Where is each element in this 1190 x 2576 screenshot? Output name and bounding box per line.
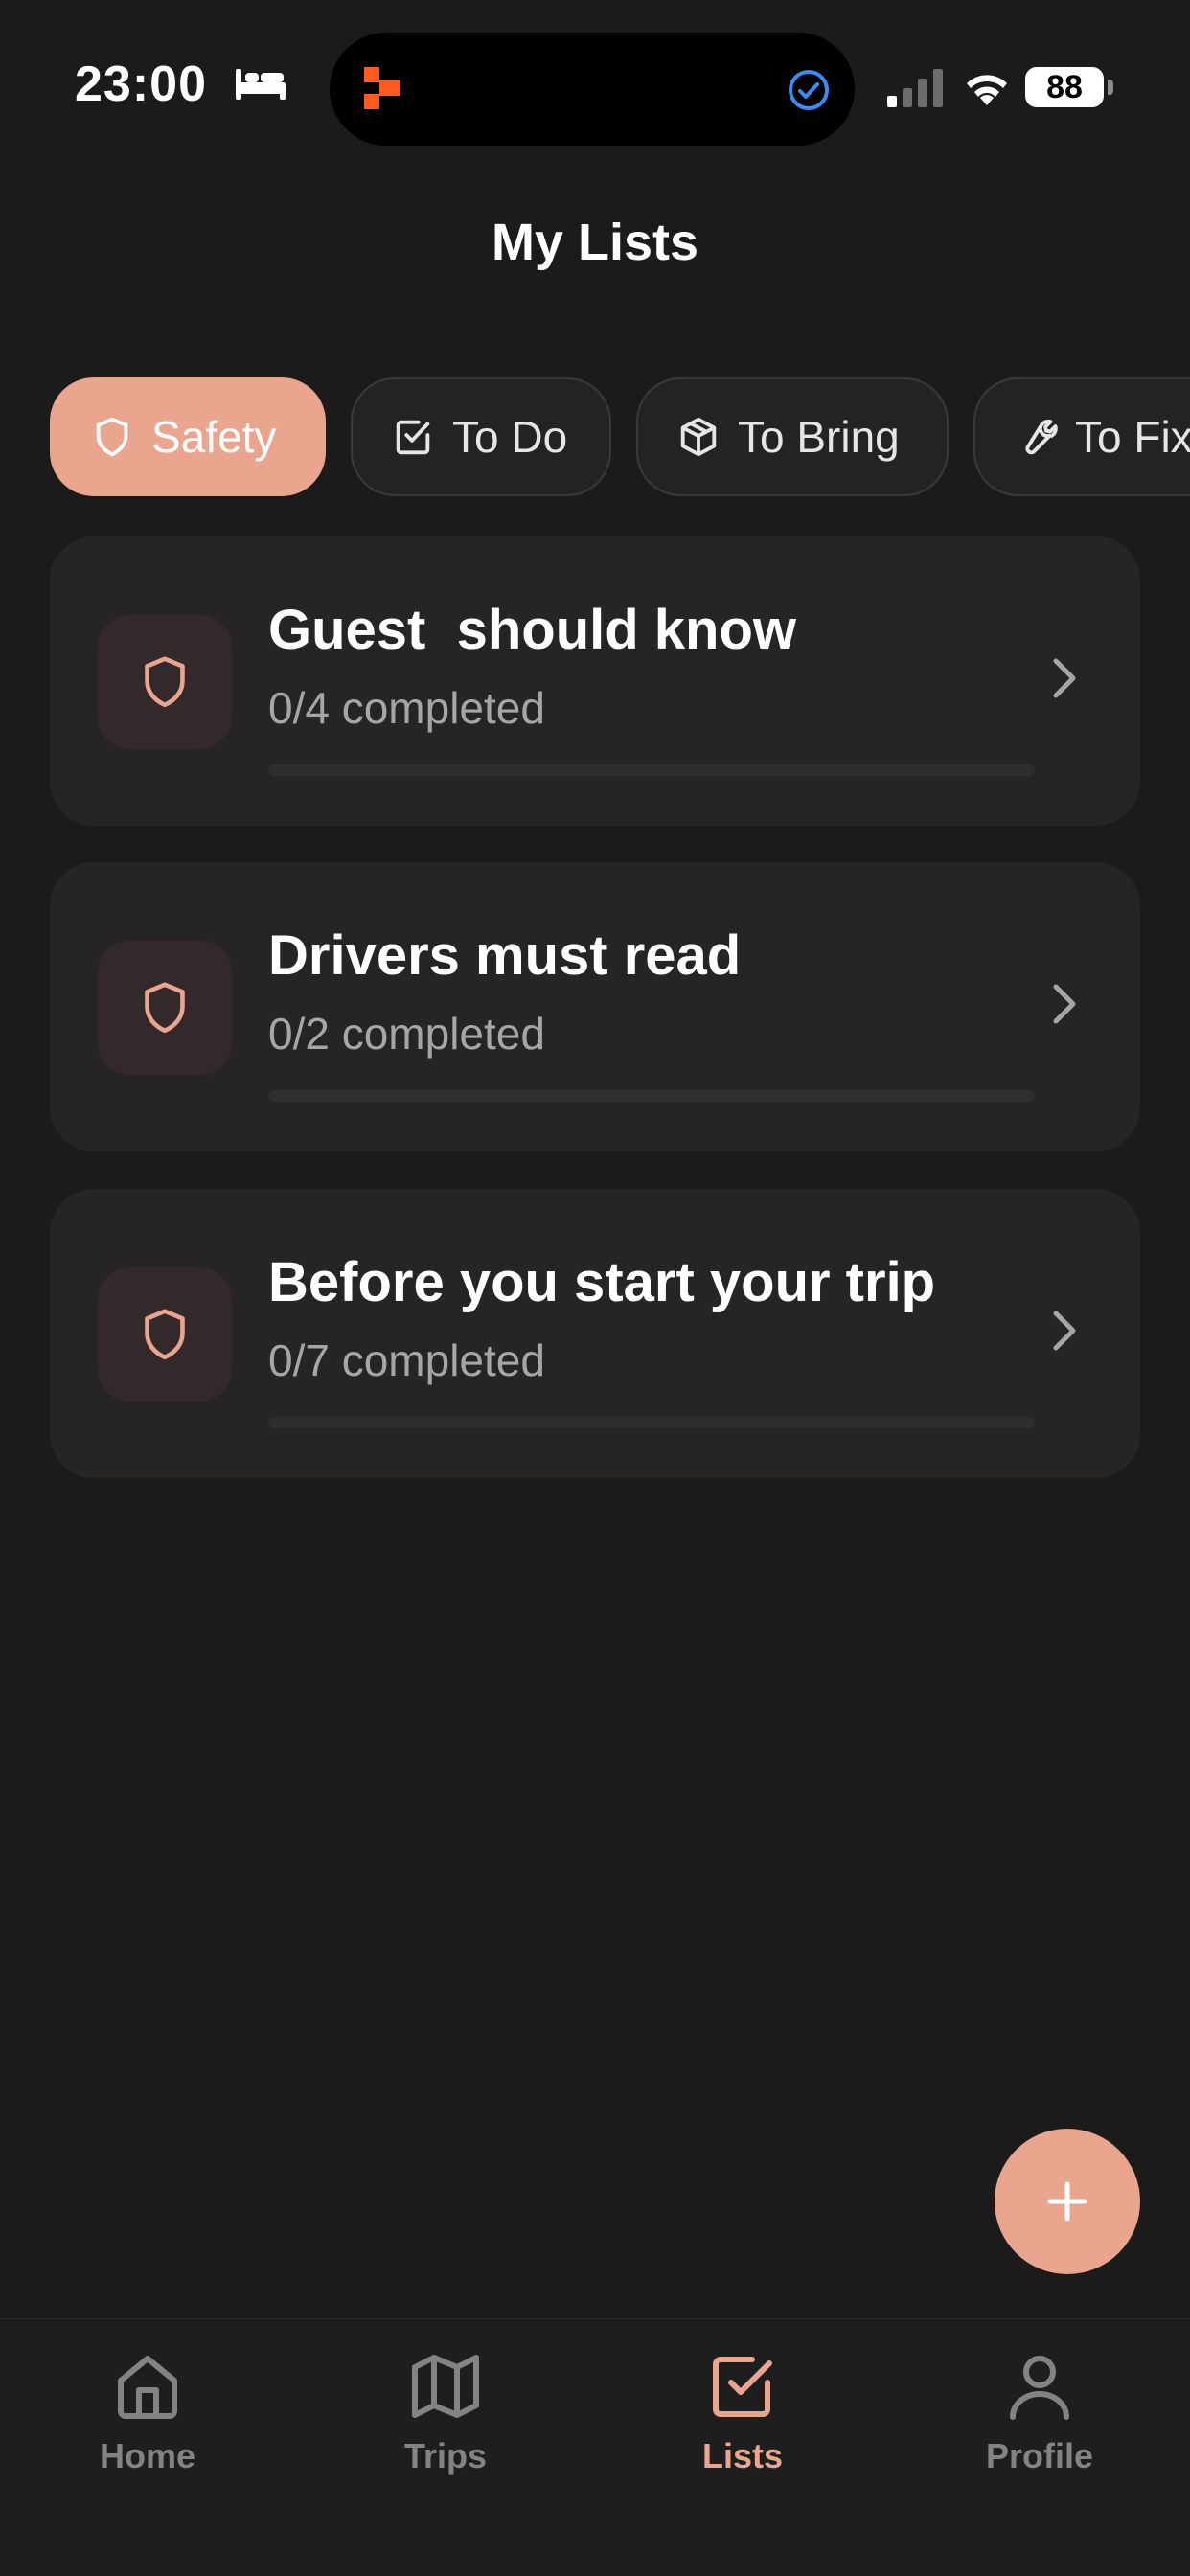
checkbox-icon xyxy=(713,2357,772,2417)
list-icon-tile xyxy=(98,615,232,749)
nav-label: Lists xyxy=(701,2436,784,2475)
chip-label: Safety xyxy=(151,412,277,462)
app-logo-icon xyxy=(360,63,404,116)
list-card[interactable]: Guest should know 0/4 completed xyxy=(50,536,1140,826)
list-icon-tile xyxy=(98,1267,232,1402)
chevron-right-icon xyxy=(1048,651,1081,710)
nav-label: Home xyxy=(99,2436,196,2475)
chevron-right-icon xyxy=(1048,1304,1081,1362)
list-title: Before you start your trip xyxy=(268,1251,936,1313)
box-icon xyxy=(676,415,721,459)
list-title: Guest should know xyxy=(268,599,797,661)
add-list-button[interactable] xyxy=(995,2129,1140,2274)
nav-trips[interactable]: Trips xyxy=(331,2348,561,2476)
checkbox-icon xyxy=(391,415,435,459)
battery-nub xyxy=(1108,80,1113,95)
list-card[interactable]: Drivers must read 0/2 completed xyxy=(50,862,1140,1151)
category-chips: Safety To Do To Bring To Fix xyxy=(50,377,1190,500)
check-circle-icon xyxy=(786,67,832,118)
plus-icon xyxy=(1047,2181,1087,2222)
chip-safety[interactable]: Safety xyxy=(50,377,326,496)
dynamic-island xyxy=(330,33,855,146)
list-card[interactable]: Before you start your trip 0/7 completed xyxy=(50,1189,1140,1478)
list-icon-tile xyxy=(98,941,232,1075)
chip-to-bring[interactable]: To Bring xyxy=(636,377,949,496)
nav-lists[interactable]: Lists xyxy=(628,2348,858,2476)
battery-indicator: 88 xyxy=(1025,67,1104,107)
status-time: 23:00 xyxy=(75,57,207,112)
nav-label: Trips xyxy=(403,2436,488,2475)
shield-icon xyxy=(145,1309,185,1360)
list-progress-bar xyxy=(268,764,1035,776)
chip-to-do[interactable]: To Do xyxy=(351,377,611,496)
list-progress-bar xyxy=(268,1090,1035,1102)
bed-icon xyxy=(234,67,287,106)
nav-label: Profile xyxy=(985,2436,1094,2475)
map-icon xyxy=(412,2355,479,2418)
status-bar: 23:00 88 xyxy=(0,0,1190,182)
wrench-icon xyxy=(1014,415,1058,459)
chevron-right-icon xyxy=(1048,977,1081,1036)
chip-label: To Do xyxy=(452,412,568,462)
wifi-icon xyxy=(961,65,1013,112)
page-title: My Lists xyxy=(491,214,699,271)
chip-to-fix[interactable]: To Fix xyxy=(973,377,1190,496)
shield-icon xyxy=(145,656,185,708)
list-progress-text: 0/4 completed xyxy=(268,683,545,733)
user-icon xyxy=(1010,2356,1069,2420)
home-icon xyxy=(118,2356,177,2419)
list-title: Drivers must read xyxy=(268,924,742,987)
list-progress-text: 0/7 completed xyxy=(268,1335,545,1385)
list-progress-bar xyxy=(268,1417,1035,1428)
nav-home[interactable]: Home xyxy=(33,2348,263,2476)
chip-label: To Fix xyxy=(1075,412,1190,462)
shield-icon xyxy=(145,982,185,1034)
signal-icon xyxy=(887,69,947,112)
chip-label: To Bring xyxy=(738,412,900,462)
bottom-nav: Home Trips Lists Profile xyxy=(0,2318,1190,2576)
list-progress-text: 0/2 completed xyxy=(268,1009,545,1059)
nav-profile[interactable]: Profile xyxy=(925,2348,1155,2476)
shield-icon xyxy=(90,415,134,459)
